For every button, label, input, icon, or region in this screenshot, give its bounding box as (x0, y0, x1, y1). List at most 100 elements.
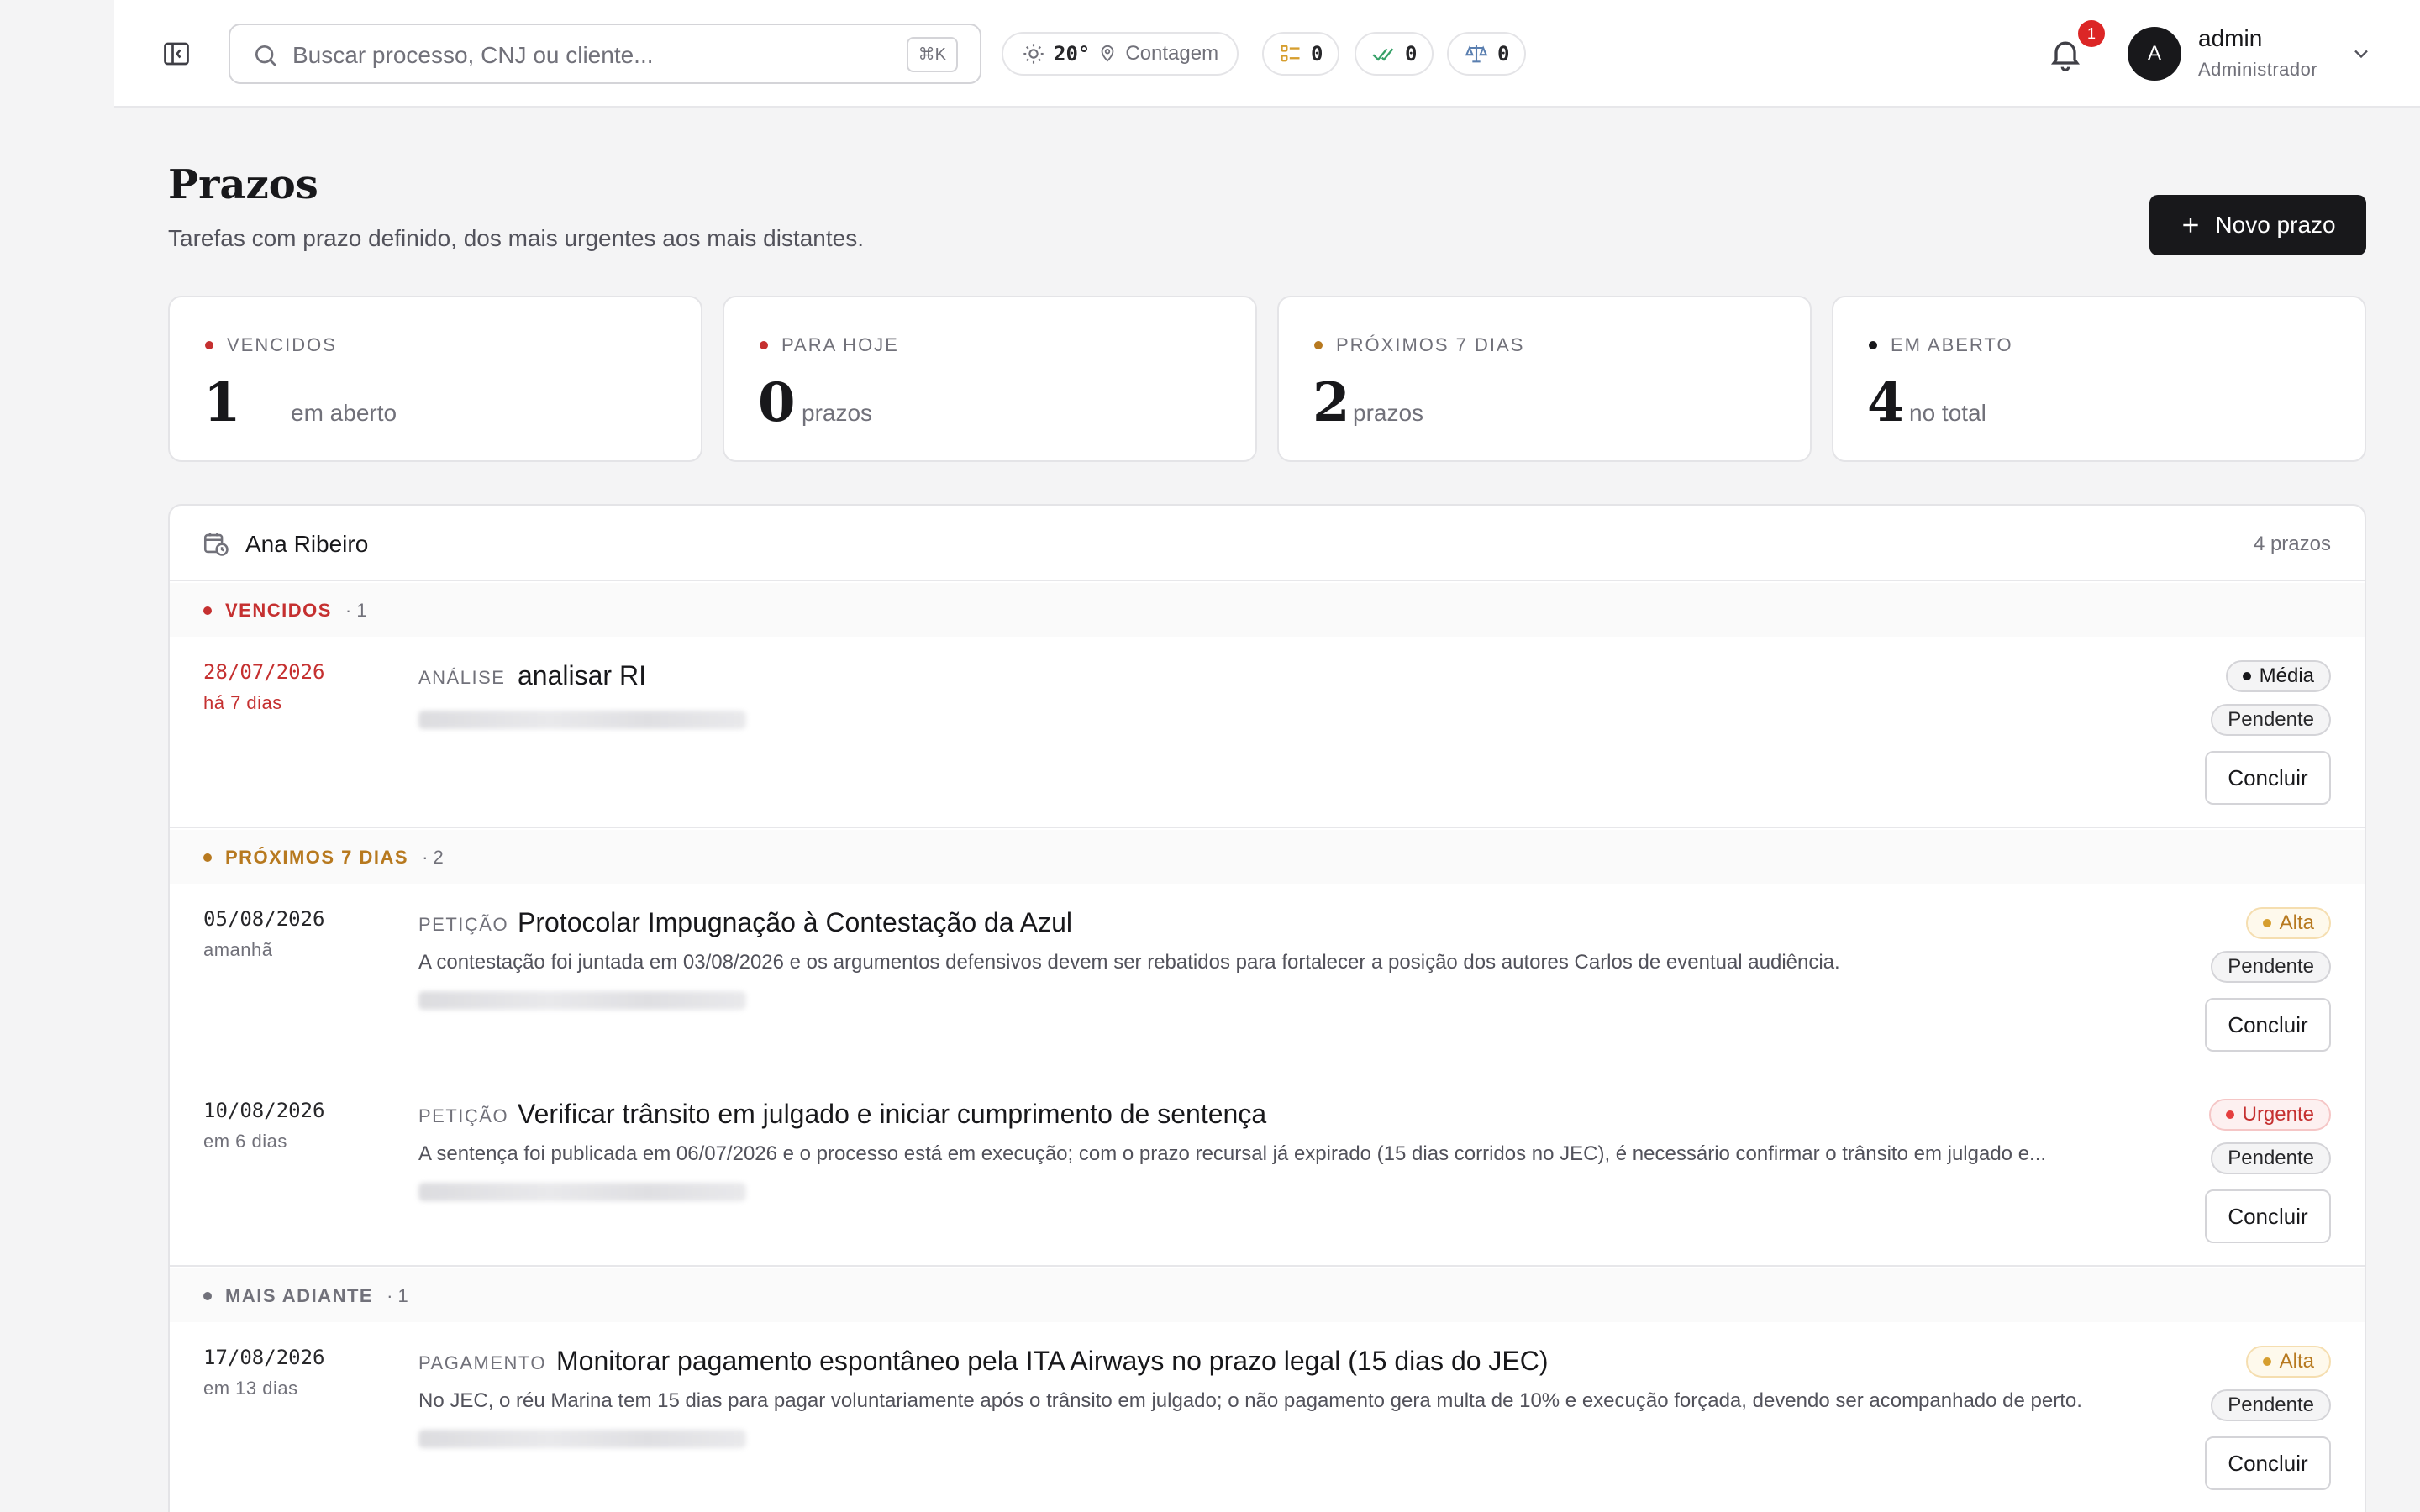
scales-icon (1465, 45, 1488, 63)
done-counter-pill[interactable]: 0 (1355, 32, 1434, 76)
task-category: ANÁLISE (418, 667, 506, 688)
status-dot (203, 1292, 212, 1300)
panel-owner: Ana Ribeiro (245, 531, 369, 557)
complete-button[interactable]: Concluir (2205, 1189, 2331, 1243)
task-relative-date: amanhã (203, 939, 273, 960)
weather-pill[interactable]: 20° Contagem (1002, 32, 1239, 76)
task-row[interactable]: 28/07/2026 há 7 dias ANÁLISE analisar RI… (170, 660, 2365, 828)
task-date: 17/08/2026 (203, 1346, 325, 1369)
task-title[interactable]: Protocolar Impugnação à Contestação da A… (518, 907, 1072, 938)
bell-icon[interactable] (2047, 35, 2084, 72)
task-date: 05/08/2026 (203, 907, 325, 931)
status-badge: Pendente (2211, 704, 2331, 736)
app-root: Buscar processo, CNJ ou cliente... ⌘K 20… (114, 0, 2420, 1512)
tasks-counter: 0 (1311, 42, 1323, 66)
task-title[interactable]: Verificar trânsito em julgado e iniciar … (518, 1099, 1266, 1130)
task-description: A sentença foi publicada em 06/07/2026 e… (418, 1142, 2047, 1165)
done-counter: 0 (1405, 42, 1418, 66)
stat-card-open[interactable]: EM ABERTO 4 no total (1832, 296, 2366, 462)
stat-unit: em aberto (291, 400, 397, 426)
stat-value: 1 (203, 371, 241, 434)
group-label: VENCIDOS (225, 600, 332, 621)
task-list-icon (1281, 45, 1300, 62)
task-date: 28/07/2026 (203, 660, 325, 684)
redacted-info (418, 1430, 746, 1448)
task-row[interactable]: 05/08/2026 amanhã PETIÇÃO Protocolar Imp… (170, 907, 2365, 1075)
divider (170, 827, 2365, 828)
location-pin-icon (1102, 45, 1114, 62)
stat-label: EM ABERTO (1869, 334, 2013, 356)
redacted-info (418, 1183, 746, 1201)
user-role: Administrador (2198, 59, 2318, 80)
group-header-later: MAIS ADIANTE · 1 (170, 1268, 2365, 1322)
status-dot (1314, 341, 1323, 349)
stat-card-today[interactable]: PARA HOJE 0 prazos (723, 296, 1257, 462)
search-icon (255, 45, 276, 66)
task-category: PAGAMENTO (418, 1352, 547, 1373)
redacted-info (418, 711, 746, 729)
user-name[interactable]: admin (2198, 25, 2262, 52)
group-label: MAIS ADIANTE (225, 1285, 374, 1306)
chevron-down-icon[interactable] (2349, 42, 2373, 66)
search-placeholder: Buscar processo, CNJ ou cliente... (292, 42, 654, 68)
search-input[interactable]: Buscar processo, CNJ ou cliente... ⌘K (229, 24, 981, 84)
priority-badge: Alta (2245, 907, 2331, 939)
avatar[interactable]: A (2128, 27, 2181, 81)
group-count: · 2 (422, 847, 444, 868)
stat-label: PARA HOJE (760, 334, 899, 356)
task-relative-date: em 13 dias (203, 1378, 298, 1399)
sidebar-toggle-icon[interactable] (161, 39, 192, 69)
task-category: PETIÇÃO (418, 1105, 509, 1126)
redacted-info (418, 991, 746, 1010)
status-dot (203, 853, 212, 862)
status-dot (203, 606, 212, 615)
plus-icon (2183, 218, 2199, 233)
stat-unit: no total (1909, 400, 1986, 426)
stat-unit: prazos (802, 400, 873, 426)
priority-badge: Urgente (2208, 1099, 2331, 1131)
complete-button[interactable]: Concluir (2205, 751, 2331, 805)
status-dot (760, 341, 768, 349)
deadlines-panel: Ana Ribeiro 4 prazos VENCIDOS · 1 28/07/2… (168, 504, 2366, 1512)
sun-icon (1023, 44, 1044, 64)
status-badge: Pendente (2211, 1389, 2331, 1421)
stat-label: PRÓXIMOS 7 DIAS (1314, 334, 1524, 356)
cases-counter-pill[interactable]: 0 (1447, 32, 1527, 76)
group-header-next-7-days: PRÓXIMOS 7 DIAS · 2 (170, 830, 2365, 884)
priority-badge: Média (2225, 660, 2331, 692)
page-title: Prazos (168, 161, 318, 208)
top-bar: Buscar processo, CNJ ou cliente... ⌘K 20… (114, 0, 2420, 108)
stat-value: 0 (758, 371, 796, 434)
task-row[interactable]: 17/08/2026 em 13 dias PAGAMENTO Monitora… (170, 1346, 2365, 1512)
complete-button[interactable]: Concluir (2205, 1436, 2331, 1490)
stat-unit: prazos (1353, 400, 1424, 426)
panel-header: Ana Ribeiro 4 prazos (170, 506, 2365, 581)
search-shortcut: ⌘K (906, 37, 958, 72)
stat-label: VENCIDOS (205, 334, 337, 356)
task-relative-date: em 6 dias (203, 1131, 287, 1152)
cases-counter: 0 (1497, 42, 1510, 66)
task-row[interactable]: 10/08/2026 em 6 dias PETIÇÃO Verificar t… (170, 1099, 2365, 1267)
stat-card-next-7-days[interactable]: PRÓXIMOS 7 DIAS 2 prazos (1277, 296, 1812, 462)
task-title[interactable]: analisar RI (518, 660, 646, 691)
weather-city: Contagem (1125, 42, 1219, 65)
new-deadline-label: Novo prazo (2215, 212, 2336, 238)
group-count: · 1 (387, 1285, 408, 1306)
task-title[interactable]: Monitorar pagamento espontâneo pela ITA … (556, 1346, 1549, 1377)
page-subtitle: Tarefas com prazo definido, dos mais urg… (168, 225, 864, 251)
stat-card-overdue[interactable]: VENCIDOS 1 em aberto (168, 296, 702, 462)
weather-temp: 20° (1054, 42, 1091, 66)
tasks-counter-pill[interactable]: 0 (1262, 32, 1340, 76)
priority-badge: Alta (2245, 1346, 2331, 1378)
status-dot (1869, 341, 1877, 349)
task-description: No JEC, o réu Marina tem 15 dias para pa… (418, 1389, 2082, 1412)
panel-count: 4 prazos (2253, 533, 2331, 555)
status-badge: Pendente (2211, 951, 2331, 983)
group-header-overdue: VENCIDOS · 1 (170, 583, 2365, 637)
new-deadline-button[interactable]: Novo prazo (2149, 195, 2366, 255)
notification-count-badge: 1 (2078, 20, 2105, 47)
task-date: 10/08/2026 (203, 1099, 325, 1122)
task-relative-date: há 7 dias (203, 692, 282, 713)
task-description: A contestação foi juntada em 03/08/2026 … (418, 951, 1840, 974)
complete-button[interactable]: Concluir (2205, 998, 2331, 1052)
